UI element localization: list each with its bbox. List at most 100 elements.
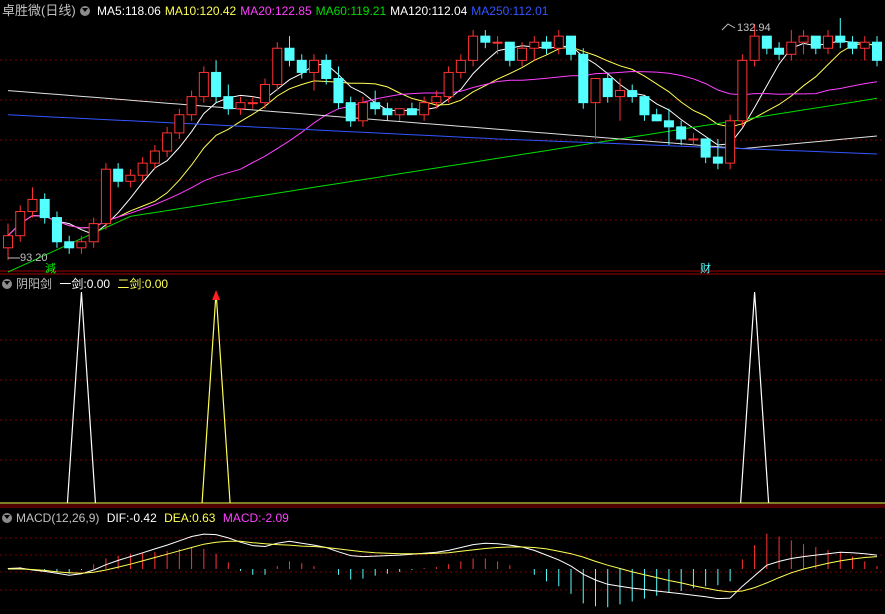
candle-body <box>88 223 99 243</box>
macd-header: MACD(12,26,9) DIF:-0.42 DEA:0.63 MACD:-2… <box>2 510 293 526</box>
candle-body <box>3 235 13 249</box>
signal-s1-label: 一剑: <box>59 277 87 291</box>
dif-label: DIF: <box>106 511 130 525</box>
candle-body <box>174 114 185 134</box>
candle-body <box>627 90 638 98</box>
low-price-label: 93.20 <box>20 252 48 264</box>
price-header: 卓胜微(日线) MA5:118.06 MA10:120.42 MA20:122.85… <box>2 3 556 19</box>
candle-body <box>431 96 442 104</box>
candle-body <box>798 35 809 43</box>
candle-body <box>872 41 882 61</box>
stock-title: 卓胜微(日线) <box>2 3 76 18</box>
candle-body <box>64 241 75 249</box>
candle-body <box>480 35 491 43</box>
candle-body <box>223 96 234 110</box>
candle-body <box>211 71 222 98</box>
candle-body <box>492 41 503 44</box>
candle-body <box>39 198 50 219</box>
candle-body <box>198 71 209 98</box>
macd-value: -2.09 <box>261 511 289 525</box>
candle-body <box>663 120 674 128</box>
ma-legend-item: MA250: <box>471 4 513 18</box>
candle-body <box>382 108 393 116</box>
candle-body <box>517 47 528 61</box>
ma-legend-item: MA10: <box>164 4 200 18</box>
candle-body <box>15 211 26 237</box>
macd-label: MACD: <box>222 511 262 525</box>
ma-legend-item: MA60: <box>315 4 351 18</box>
macd-title: MACD(12,26,9) <box>16 511 100 525</box>
signal-header: 阴阳剑 一剑:0.00 二剑:0.00 <box>2 276 172 292</box>
candle-body <box>137 162 148 176</box>
dropdown-icon[interactable] <box>79 6 90 16</box>
indicator-menu-icon[interactable] <box>2 513 12 523</box>
candle-body <box>737 59 748 122</box>
candle-body <box>468 35 479 61</box>
candle-body <box>761 35 772 49</box>
signal-s2-label: 二剑: <box>117 277 145 291</box>
ma-legend-item: MA5: <box>97 4 126 18</box>
dea-label: DEA: <box>164 511 193 525</box>
candle-body <box>455 59 466 73</box>
ma-legend: MA5:118.06 MA10:120.42 MA20:122.85 MA60:119… <box>97 4 552 18</box>
dea-value: 0.63 <box>192 511 216 525</box>
dif-value: -0.42 <box>129 511 157 525</box>
candle-body <box>333 77 344 104</box>
ma-legend-value: 122.85 <box>274 4 312 18</box>
ma-legend-value: 120.42 <box>199 4 237 18</box>
candle-body <box>602 77 613 98</box>
candle-body <box>847 41 858 49</box>
candle-body <box>272 47 283 86</box>
signal-spike <box>740 291 770 504</box>
indicator-menu-icon[interactable] <box>2 279 12 289</box>
candle-body <box>162 132 173 152</box>
candle-body <box>774 47 785 55</box>
ma-legend-item: MA120: <box>390 4 432 18</box>
event-marker-right[interactable]: 财 <box>700 260 711 276</box>
high-pointer <box>721 23 736 31</box>
candle-body <box>419 102 430 116</box>
candle-body <box>308 59 319 73</box>
signal-title: 阴阳剑 <box>16 277 53 291</box>
ma60-line <box>7 97 878 273</box>
candle-body <box>823 35 834 49</box>
candle-body <box>786 41 797 55</box>
ma-legend-value: 112.01 <box>512 4 549 18</box>
candle-body <box>578 53 589 104</box>
candle-body <box>247 102 258 105</box>
candle-body <box>590 77 601 104</box>
candle-body <box>296 59 307 73</box>
candle-body <box>749 35 760 61</box>
candle-body <box>566 35 577 55</box>
candle-body <box>859 41 870 49</box>
high-price-label: 132.94 <box>737 22 771 34</box>
candle-body <box>700 138 711 158</box>
candle-body <box>370 102 381 110</box>
candle-body <box>443 71 454 98</box>
candle-body <box>357 102 368 122</box>
candle-body <box>504 41 515 61</box>
candle-body <box>125 174 136 182</box>
candle-body <box>529 41 540 49</box>
candle-body <box>725 120 736 164</box>
candle-body <box>149 150 160 164</box>
candle-body <box>76 241 87 249</box>
candle-body <box>51 217 62 243</box>
candle-body <box>186 96 197 116</box>
candle-body <box>406 108 417 116</box>
candle-body <box>651 114 662 122</box>
candle-body <box>27 198 38 213</box>
candle-body <box>676 126 687 140</box>
candle-body <box>321 59 332 79</box>
candle-body <box>553 35 564 49</box>
candle-body <box>113 168 124 182</box>
signal-spike <box>201 291 231 504</box>
candle-body <box>100 168 111 225</box>
candle-body <box>235 102 246 110</box>
candle-body <box>541 41 552 49</box>
candle-body <box>345 102 356 122</box>
event-marker-left[interactable]: 減 <box>45 260 56 276</box>
candle-body <box>835 35 846 43</box>
signal-spike <box>66 291 97 504</box>
candle-body <box>688 138 699 141</box>
